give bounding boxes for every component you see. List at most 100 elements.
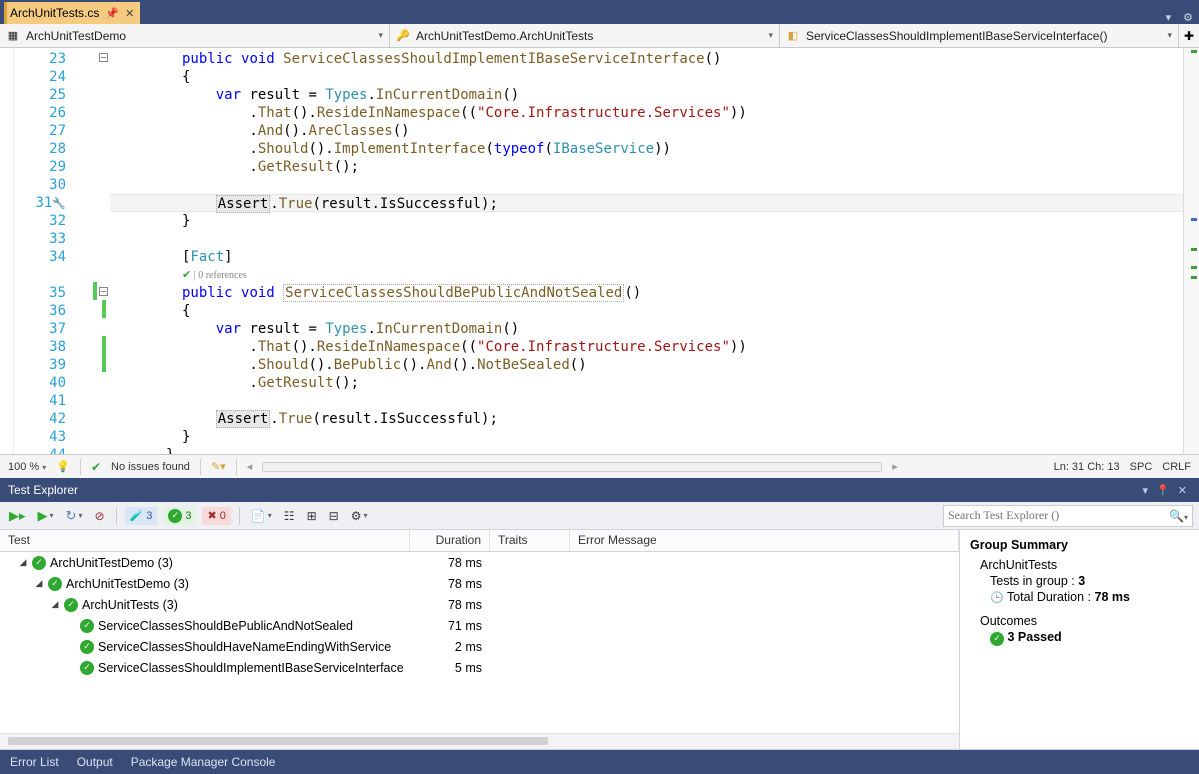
scroll-left-icon[interactable]: ◂ [247, 460, 253, 473]
settings-button[interactable]: ⚙▾ [348, 508, 371, 524]
test-row[interactable]: ◢✓ArchUnitTestDemo (3)78 ms [0, 573, 959, 594]
scroll-right-icon[interactable]: ▸ [892, 460, 898, 473]
pass-icon: ✓ [64, 598, 78, 612]
playlist-button[interactable]: 📄▾ [248, 508, 275, 524]
check-icon: ✔ [91, 460, 101, 474]
test-explorer-body: Test Duration Traits Error Message ◢✓Arc… [0, 530, 1199, 750]
test-duration: 78 ms [410, 556, 490, 570]
pin-icon[interactable]: 📍 [1152, 484, 1174, 497]
test-row[interactable]: ✓ ServiceClassesShouldImplementIBaseServi… [0, 657, 959, 678]
close-icon[interactable]: ✕ [125, 7, 134, 20]
col-traits[interactable]: Traits [490, 530, 570, 551]
chevron-down-icon[interactable]: ▾ [1139, 484, 1153, 497]
vs-status-bar: Error List Output Package Manager Consol… [0, 750, 1199, 774]
horizontal-scrollbar[interactable] [262, 462, 882, 472]
col-test[interactable]: Test [0, 530, 410, 551]
test-duration: 5 ms [410, 661, 490, 675]
test-row[interactable]: ✓ ServiceClassesShouldHaveNameEndingWithS… [0, 636, 959, 657]
split-editor-icon[interactable]: ✚ [1179, 24, 1199, 47]
test-name: ArchUnitTests (3) [82, 598, 178, 612]
chevron-down-icon: ▾ [1167, 30, 1172, 41]
editor-status-bar: 100 % ▾ 💡 ✔ No issues found ✎▾ ◂ ▸ Ln: 3… [0, 454, 1199, 478]
clock-icon: 🕒 [990, 592, 1004, 604]
test-columns-header[interactable]: Test Duration Traits Error Message [0, 530, 959, 552]
close-icon[interactable]: ✕ [1174, 484, 1191, 497]
test-name: ServiceClassesShouldImplementIBaseServic… [98, 661, 404, 675]
stop-button[interactable]: ⊘ [91, 508, 107, 524]
lightbulb-icon[interactable]: 💡 [56, 460, 70, 473]
tests-failed-pill[interactable]: ✖ 0 [202, 507, 230, 525]
outcome-passed: ✓ 3 Passed [990, 630, 1189, 646]
run-button[interactable]: ▶ ▾ [35, 507, 57, 525]
summary-duration: 🕒 Total Duration : 78 ms [990, 590, 1189, 604]
tab-pmc[interactable]: Package Manager Console [131, 755, 276, 769]
tests-total-pill[interactable]: 🧪 3 [125, 507, 158, 525]
issues-text[interactable]: No issues found [111, 461, 190, 473]
test-duration: 71 ms [410, 619, 490, 633]
test-duration: 78 ms [410, 577, 490, 591]
test-explorer-title-bar: Test Explorer ▾ 📍 ✕ [0, 478, 1199, 502]
repeat-button[interactable]: ↻▾ [63, 507, 86, 525]
nav-project-dropdown[interactable]: ▦ ArchUnitTestDemo ▾ [0, 24, 390, 47]
col-error[interactable]: Error Message [570, 530, 959, 551]
nav-member-dropdown[interactable]: ◧ ServiceClassesShouldImplementIBaseServ… [780, 24, 1179, 47]
brush-icon[interactable]: ✎▾ [211, 460, 226, 473]
test-tree-hscroll[interactable] [0, 733, 959, 749]
line-ending[interactable]: CRLF [1162, 461, 1191, 473]
tab-title: ArchUnitTests.cs [10, 6, 99, 20]
test-row[interactable]: ✓ServiceClassesShouldBePublicAndNotSeale… [0, 615, 959, 636]
group-by-button[interactable]: ☷ [281, 508, 298, 524]
test-name: ArchUnitTestDemo (3) [50, 556, 173, 570]
tests-passed-pill[interactable]: ✓ 3 [163, 507, 196, 525]
summary-count: Tests in group : 3 [990, 574, 1189, 588]
tab-output[interactable]: Output [77, 755, 113, 769]
chevron-down-icon: ▾ [768, 30, 773, 41]
project-icon: ▦ [6, 29, 20, 43]
nav-class-dropdown[interactable]: 🔑 ArchUnitTestDemo.ArchUnitTests ▾ [390, 24, 780, 47]
collapse-all-button[interactable]: ⊟ [326, 508, 342, 524]
test-tree[interactable]: ◢✓ArchUnitTestDemo (3)78 ms◢✓ArchUnitTes… [0, 552, 959, 733]
code-nav-bar: ▦ ArchUnitTestDemo ▾ 🔑 ArchUnitTestDemo.… [0, 24, 1199, 48]
code-area[interactable]: public void ServiceClassesShouldImplemen… [110, 48, 1183, 454]
test-search-input[interactable] [948, 508, 1169, 523]
chevron-down-icon: ▾ [378, 30, 383, 41]
class-icon: 🔑 [396, 29, 410, 43]
pin-icon[interactable]: 📌 [105, 7, 119, 20]
outline-gutter [0, 48, 14, 454]
tab-error-list[interactable]: Error List [10, 755, 59, 769]
expand-all-button[interactable]: ⊞ [304, 508, 320, 524]
pass-icon: ✓ [80, 661, 94, 675]
pass-icon: ✓ [80, 640, 94, 654]
pass-icon: ✓ [80, 619, 94, 633]
outcomes-heading: Outcomes [980, 614, 1189, 628]
nav-class-text: ArchUnitTestDemo.ArchUnitTests [416, 29, 593, 43]
summary-heading: Group Summary [970, 538, 1189, 552]
gear-icon[interactable]: ⚙ [1177, 11, 1199, 24]
overview-ruler[interactable] [1183, 48, 1199, 454]
active-document-tab[interactable]: ArchUnitTests.cs 📌 ✕ [4, 2, 140, 24]
group-summary-panel: Group Summary ArchUnitTests Tests in gro… [959, 530, 1199, 749]
test-row[interactable]: ◢✓ArchUnitTests (3)78 ms [0, 594, 959, 615]
document-tab-bar: ArchUnitTests.cs 📌 ✕ ▾ ⚙ [0, 0, 1199, 24]
test-name: ServiceClassesShouldHaveNameEndingWithSe… [98, 640, 391, 654]
test-row[interactable]: ◢✓ArchUnitTestDemo (3)78 ms [0, 552, 959, 573]
cursor-position[interactable]: Ln: 31 Ch: 13 [1054, 461, 1120, 473]
method-icon: ◧ [786, 29, 800, 43]
chevron-down-icon[interactable]: ▾ [1160, 11, 1178, 24]
indent-mode[interactable]: SPC [1130, 461, 1153, 473]
nav-member-text: ServiceClassesShouldImplementIBaseServic… [806, 29, 1107, 43]
test-name: ArchUnitTestDemo (3) [66, 577, 189, 591]
pass-icon: ✓ [48, 577, 62, 591]
run-all-button[interactable]: ▶▸ [6, 507, 29, 525]
pass-icon: ✓ [990, 632, 1004, 646]
test-duration: 2 ms [410, 640, 490, 654]
test-explorer-toolbar: ▶▸ ▶ ▾ ↻▾ ⊘ 🧪 3 ✓ 3 ✖ 0 📄▾ ☷ ⊞ ⊟ ⚙▾ 🔍▾ [0, 502, 1199, 530]
panel-title-text: Test Explorer [8, 483, 78, 497]
test-search-box[interactable]: 🔍▾ [943, 505, 1193, 527]
line-numbers: 232425262728293031🔧323334 35363738394041… [14, 48, 80, 454]
pass-icon: ✓ [32, 556, 46, 570]
code-editor[interactable]: 232425262728293031🔧323334 35363738394041… [0, 48, 1199, 454]
zoom-level[interactable]: 100 % ▾ [8, 461, 46, 473]
search-icon[interactable]: 🔍▾ [1169, 509, 1188, 523]
col-duration[interactable]: Duration [410, 530, 490, 551]
